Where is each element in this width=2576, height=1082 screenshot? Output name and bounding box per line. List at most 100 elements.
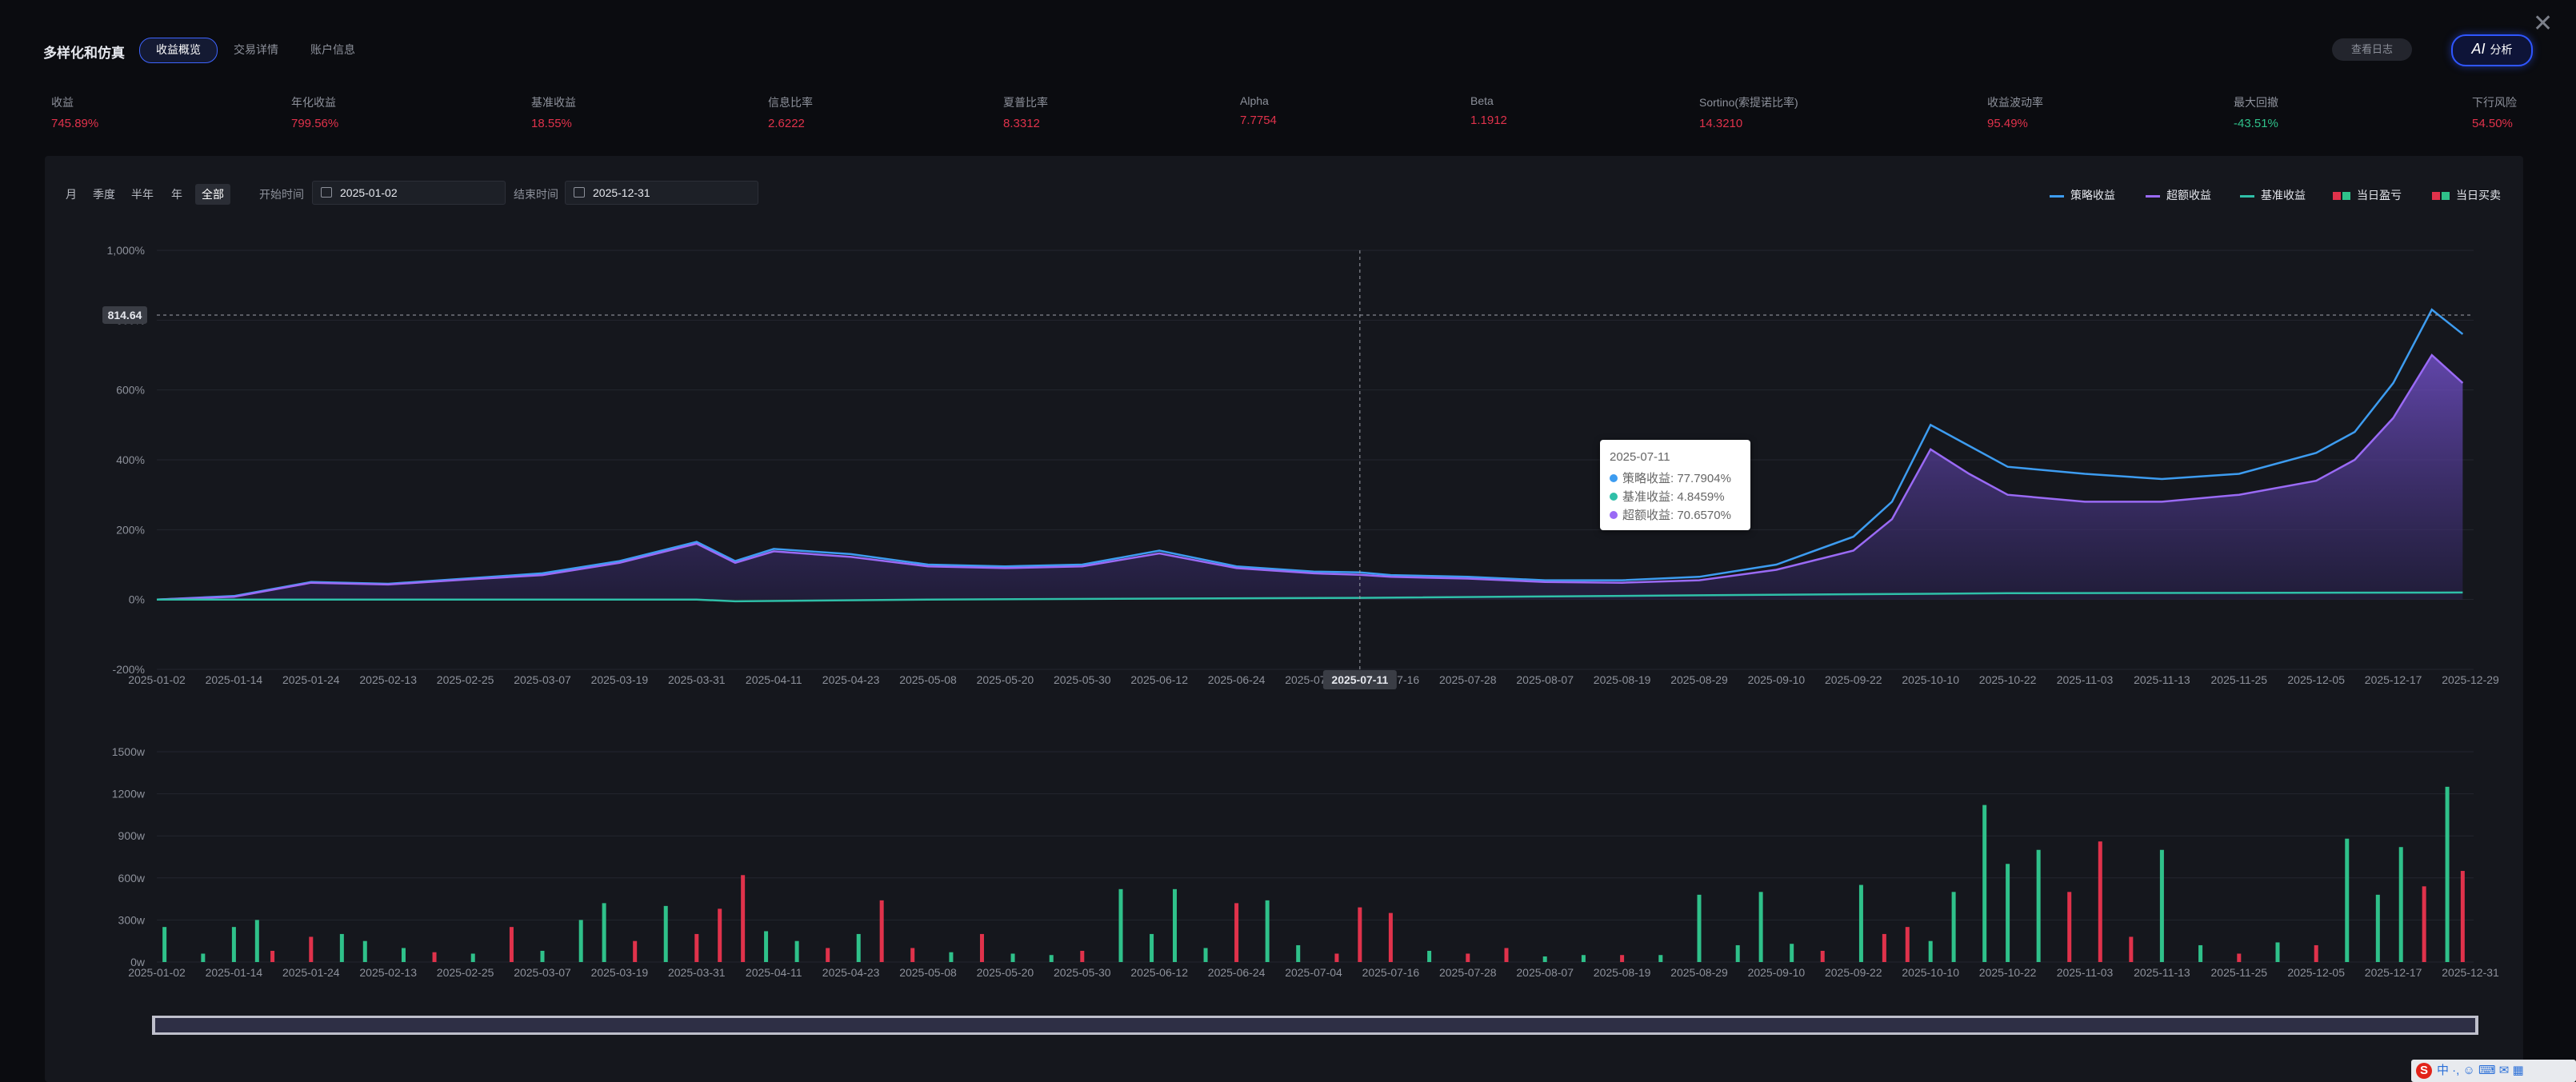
volume-bar xyxy=(2422,886,2426,962)
x-tick-label: 2025-04-23 xyxy=(822,673,880,686)
y-tick-label: 600% xyxy=(116,384,145,397)
volume-bar xyxy=(362,940,367,962)
volume-bar xyxy=(1334,953,1339,962)
data-zoom-slider[interactable] xyxy=(152,1016,2478,1035)
bar-x-tick-label: 2025-01-14 xyxy=(206,966,263,979)
volume-bar xyxy=(2375,894,2380,962)
x-tick-label: 2025-12-05 xyxy=(2287,673,2345,686)
bar-x-tick-label: 2025-05-30 xyxy=(1054,966,1111,979)
tooltip-dot xyxy=(1610,493,1618,501)
volume-bar xyxy=(979,933,984,962)
y-tick-label: 200% xyxy=(116,523,145,536)
bar-x-tick-label: 2025-10-22 xyxy=(1979,966,2037,979)
volume-bar xyxy=(1080,950,1085,962)
volume-bar xyxy=(162,927,167,962)
volume-bar xyxy=(826,948,830,962)
bar-x-tick-label: 2025-01-02 xyxy=(128,966,186,979)
x-tick-label: 2025-03-07 xyxy=(514,673,571,686)
volume-bar xyxy=(2098,841,2102,962)
bar-x-tick-label: 2025-01-24 xyxy=(282,966,340,979)
x-tick-label: 2025-01-24 xyxy=(282,673,340,686)
volume-bar xyxy=(1234,903,1239,962)
volume-bar xyxy=(2237,953,2242,962)
bar-x-tick-label: 2025-02-25 xyxy=(437,966,494,979)
y-tick-label: 1,000% xyxy=(107,244,145,257)
bar-x-tick-label: 2025-11-03 xyxy=(2057,966,2114,979)
bar-x-tick-label: 2025-07-04 xyxy=(1285,966,1342,979)
volume-bar xyxy=(1697,894,1702,962)
bar-x-tick-label: 2025-03-19 xyxy=(591,966,649,979)
y-tick-label: 0% xyxy=(129,593,145,606)
volume-bar xyxy=(1951,892,1956,962)
ime-status-icons: 中 ·, ☺ ⌨ ✉ ▦ xyxy=(2437,1064,2524,1077)
tooltip-label: 策略收益: xyxy=(1622,472,1674,485)
volume-bar xyxy=(2159,849,2164,962)
x-tick-label: 2025-11-25 xyxy=(2211,673,2268,686)
volume-bar xyxy=(578,920,583,962)
volume-bar xyxy=(2398,847,2403,962)
volume-bar xyxy=(201,953,206,962)
bar-x-tick-label: 2025-05-20 xyxy=(977,966,1034,979)
volume-bar xyxy=(1620,955,1625,962)
x-tick-label: 2025-08-07 xyxy=(1516,673,1574,686)
x-tick-label: 2025-07-28 xyxy=(1439,673,1497,686)
volume-bar xyxy=(910,948,915,962)
volume-bar xyxy=(1735,944,1740,962)
x-tick-label: 2025-12-17 xyxy=(2365,673,2422,686)
volume-bar xyxy=(879,900,884,962)
x-tick-label: 2025-05-08 xyxy=(899,673,957,686)
crosshair-y-label: 814.64 xyxy=(108,309,142,321)
volume-bar xyxy=(540,950,545,962)
bar-x-tick-label: 2025-06-24 xyxy=(1208,966,1266,979)
x-tick-label: 2025-11-13 xyxy=(2134,673,2190,686)
volume-bar xyxy=(1265,900,1270,962)
volume-bar xyxy=(1581,955,1586,962)
volume-bar xyxy=(432,952,437,962)
bar-y-tick-label: 300w xyxy=(118,913,146,926)
bar-x-tick-label: 2025-12-31 xyxy=(2442,966,2499,979)
tooltip-dot xyxy=(1610,511,1618,519)
volume-bar xyxy=(1049,955,1054,962)
x-tick-label: 2025-09-10 xyxy=(1748,673,1806,686)
volume-bar xyxy=(633,940,638,962)
x-tick-label: 2025-12-29 xyxy=(2442,673,2499,686)
volume-bar xyxy=(663,905,668,962)
x-tick-label: 2025-08-29 xyxy=(1670,673,1728,686)
chart-tooltip: 2025-07-11 策略收益: 77.7904% 基准收益: 4.8459% … xyxy=(1600,440,1750,530)
x-tick-label: 2025-03-19 xyxy=(591,673,649,686)
bar-x-tick-label: 2025-10-10 xyxy=(1902,966,1959,979)
bar-x-tick-label: 2025-09-10 xyxy=(1748,966,1806,979)
bar-x-tick-label: 2025-11-13 xyxy=(2134,966,2190,979)
bar-x-tick-label: 2025-06-12 xyxy=(1130,966,1188,979)
volume-bar xyxy=(1758,892,1763,962)
tooltip-label: 基准收益: xyxy=(1622,490,1674,504)
ime-tray[interactable]: S 中 ·, ☺ ⌨ ✉ ▦ xyxy=(2411,1060,2576,1082)
volume-bar xyxy=(509,927,514,962)
crosshair-x-label: 2025-07-11 xyxy=(1331,673,1388,686)
volume-bar xyxy=(254,920,259,962)
x-tick-label: 2025-05-20 xyxy=(977,673,1034,686)
volume-bar xyxy=(1172,888,1177,962)
tooltip-value: 4.8459% xyxy=(1677,490,1725,504)
volume-bar xyxy=(1504,948,1509,962)
volume-bar xyxy=(2198,944,2203,962)
bar-y-tick-label: 900w xyxy=(118,829,146,842)
volume-bar xyxy=(718,908,722,962)
bar-x-tick-label: 2025-03-07 xyxy=(514,966,571,979)
x-tick-label: 2025-10-22 xyxy=(1979,673,2037,686)
volume-bar xyxy=(741,875,746,962)
bar-x-tick-label: 2025-11-25 xyxy=(2211,966,2268,979)
tooltip-date: 2025-07-11 xyxy=(1610,450,1670,464)
volume-bar xyxy=(1858,884,1863,962)
x-tick-label: 2025-01-02 xyxy=(128,673,186,686)
volume-bar xyxy=(694,933,699,962)
bar-y-tick-label: 1200w xyxy=(112,788,146,801)
bar-x-tick-label: 2025-05-08 xyxy=(899,966,957,979)
x-tick-label: 2025-03-31 xyxy=(668,673,726,686)
bar-x-tick-label: 2025-08-19 xyxy=(1594,966,1651,979)
x-tick-label: 2025-10-10 xyxy=(1902,673,1959,686)
volume-bar xyxy=(2067,892,2072,962)
x-tick-label: 2025-06-24 xyxy=(1208,673,1266,686)
volume-bar xyxy=(856,933,861,962)
bar-x-tick-label: 2025-08-29 xyxy=(1670,966,1728,979)
